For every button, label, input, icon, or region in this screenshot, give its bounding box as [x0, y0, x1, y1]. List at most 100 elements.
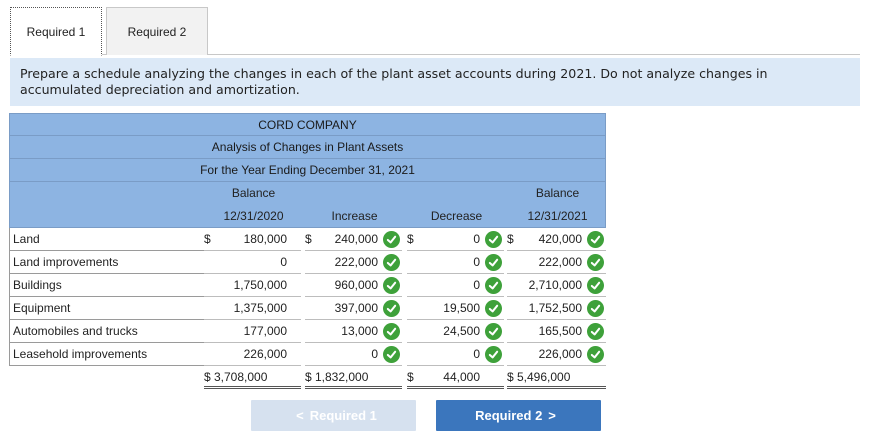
tab-required-2[interactable]: Required 2	[106, 7, 208, 55]
end-value[interactable]: 420,000	[539, 228, 582, 250]
table-row: Land improvements 0 222,000 0 222,000	[9, 251, 606, 274]
check-icon	[383, 231, 400, 248]
col-header-increase: Increase	[331, 209, 378, 223]
total-begin-cell: $ 3,708,000	[204, 366, 301, 389]
increase-cell: $240,000	[305, 228, 402, 251]
increase-cell: 222,000	[305, 251, 402, 274]
decrease-cell: 19,500	[407, 297, 504, 320]
currency-symbol: $	[407, 370, 414, 384]
begin-cell: $180,000	[204, 228, 301, 251]
decrease-value[interactable]: 0	[473, 343, 480, 365]
increase-value[interactable]: 397,000	[335, 297, 378, 319]
decrease-value[interactable]: 19,500	[443, 297, 480, 319]
check-icon	[383, 323, 400, 340]
col-header-end-date: 12/31/2021	[527, 209, 588, 223]
totals-row: $ 3,708,000 $ 1,832,000 $ 44,000 $ 5,496…	[9, 366, 606, 389]
col-header-begin-date: 12/31/2020	[223, 209, 284, 223]
begin-value[interactable]: 177,000	[244, 320, 287, 342]
row-label: Leasehold improvements	[9, 343, 206, 366]
end-value[interactable]: 226,000	[539, 343, 582, 365]
total-end-value[interactable]: 5,496,000	[517, 366, 570, 388]
col-header-decrease: Decrease	[430, 209, 483, 223]
increase-cell: 397,000	[305, 297, 402, 320]
increase-value[interactable]: 0	[371, 343, 378, 365]
begin-cell: 226,000	[204, 343, 301, 366]
begin-value[interactable]: 180,000	[244, 228, 287, 250]
table-row: Land $180,000 $240,000 $0 $420,000	[9, 228, 606, 251]
increase-value[interactable]: 222,000	[335, 251, 378, 273]
tab-required-1[interactable]: Required 1	[10, 7, 102, 56]
check-icon	[485, 346, 502, 363]
check-icon	[587, 231, 604, 248]
currency-symbol: $	[204, 232, 211, 246]
check-icon	[587, 323, 604, 340]
end-cell: 165,500	[507, 320, 606, 343]
row-label: Automobiles and trucks	[9, 320, 206, 343]
begin-cell: 1,750,000	[204, 274, 301, 297]
col-header-begin-balance: Balance	[231, 186, 276, 200]
end-value[interactable]: 222,000	[539, 251, 582, 273]
check-icon	[485, 323, 502, 340]
increase-cell: 13,000	[305, 320, 402, 343]
end-value[interactable]: 2,710,000	[529, 274, 582, 296]
begin-value[interactable]: 226,000	[244, 343, 287, 365]
check-icon	[485, 277, 502, 294]
check-icon	[485, 300, 502, 317]
row-label: Buildings	[9, 274, 206, 297]
check-icon	[383, 300, 400, 317]
decrease-cell: 0	[407, 251, 504, 274]
increase-cell: 960,000	[305, 274, 402, 297]
check-icon	[587, 277, 604, 294]
decrease-value[interactable]: 0	[473, 251, 480, 273]
schedule-period: For the Year Ending December 31, 2021	[9, 159, 606, 182]
schedule-table: CORD COMPANY Analysis of Changes in Plan…	[9, 113, 606, 389]
increase-cell: 0	[305, 343, 402, 366]
increase-value[interactable]: 240,000	[335, 228, 378, 250]
prev-button[interactable]: < Required 1	[251, 400, 416, 431]
total-decrease-cell: $ 44,000	[407, 366, 504, 389]
decrease-value[interactable]: 24,500	[443, 320, 480, 342]
end-value[interactable]: 1,752,500	[529, 297, 582, 319]
end-value[interactable]: 165,500	[539, 320, 582, 342]
check-icon	[587, 300, 604, 317]
begin-cell: 1,375,000	[204, 297, 301, 320]
check-icon	[587, 254, 604, 271]
check-icon	[383, 277, 400, 294]
row-label: Equipment	[9, 297, 206, 320]
check-icon	[485, 254, 502, 271]
chevron-left-icon: <	[296, 408, 304, 423]
row-label: Land improvements	[9, 251, 206, 274]
schedule-title: Analysis of Changes in Plant Assets	[9, 136, 606, 159]
col-header-end-balance: Balance	[535, 186, 580, 200]
decrease-cell: 0	[407, 343, 504, 366]
check-icon	[485, 231, 502, 248]
end-cell: 226,000	[507, 343, 606, 366]
check-icon	[383, 346, 400, 363]
total-begin-value[interactable]: 3,708,000	[214, 366, 267, 388]
total-decrease-value[interactable]: 44,000	[443, 366, 480, 388]
begin-cell: 0	[204, 251, 301, 274]
decrease-value[interactable]: 0	[473, 274, 480, 296]
instructions-text: Prepare a schedule analyzing the changes…	[10, 58, 860, 106]
tab-bar: Required 1 Required 2	[10, 7, 860, 56]
next-button[interactable]: Required 2 >	[436, 400, 601, 431]
currency-symbol: $	[507, 370, 514, 384]
currency-symbol: $	[305, 232, 312, 246]
currency-symbol: $	[507, 232, 514, 246]
decrease-cell: 24,500	[407, 320, 504, 343]
decrease-value[interactable]: 0	[473, 228, 480, 250]
row-label: Land	[9, 228, 206, 251]
total-increase-cell: $ 1,832,000	[305, 366, 402, 389]
currency-symbol: $	[204, 370, 211, 384]
end-cell: 2,710,000	[507, 274, 606, 297]
end-cell: 222,000	[507, 251, 606, 274]
begin-value[interactable]: 1,750,000	[234, 274, 287, 296]
decrease-cell: 0	[407, 274, 504, 297]
begin-cell: 177,000	[204, 320, 301, 343]
increase-value[interactable]: 960,000	[335, 274, 378, 296]
total-increase-value[interactable]: 1,832,000	[315, 366, 368, 388]
increase-value[interactable]: 13,000	[341, 320, 378, 342]
begin-value[interactable]: 1,375,000	[234, 297, 287, 319]
begin-value[interactable]: 0	[280, 251, 287, 273]
company-name: CORD COMPANY	[9, 113, 606, 136]
